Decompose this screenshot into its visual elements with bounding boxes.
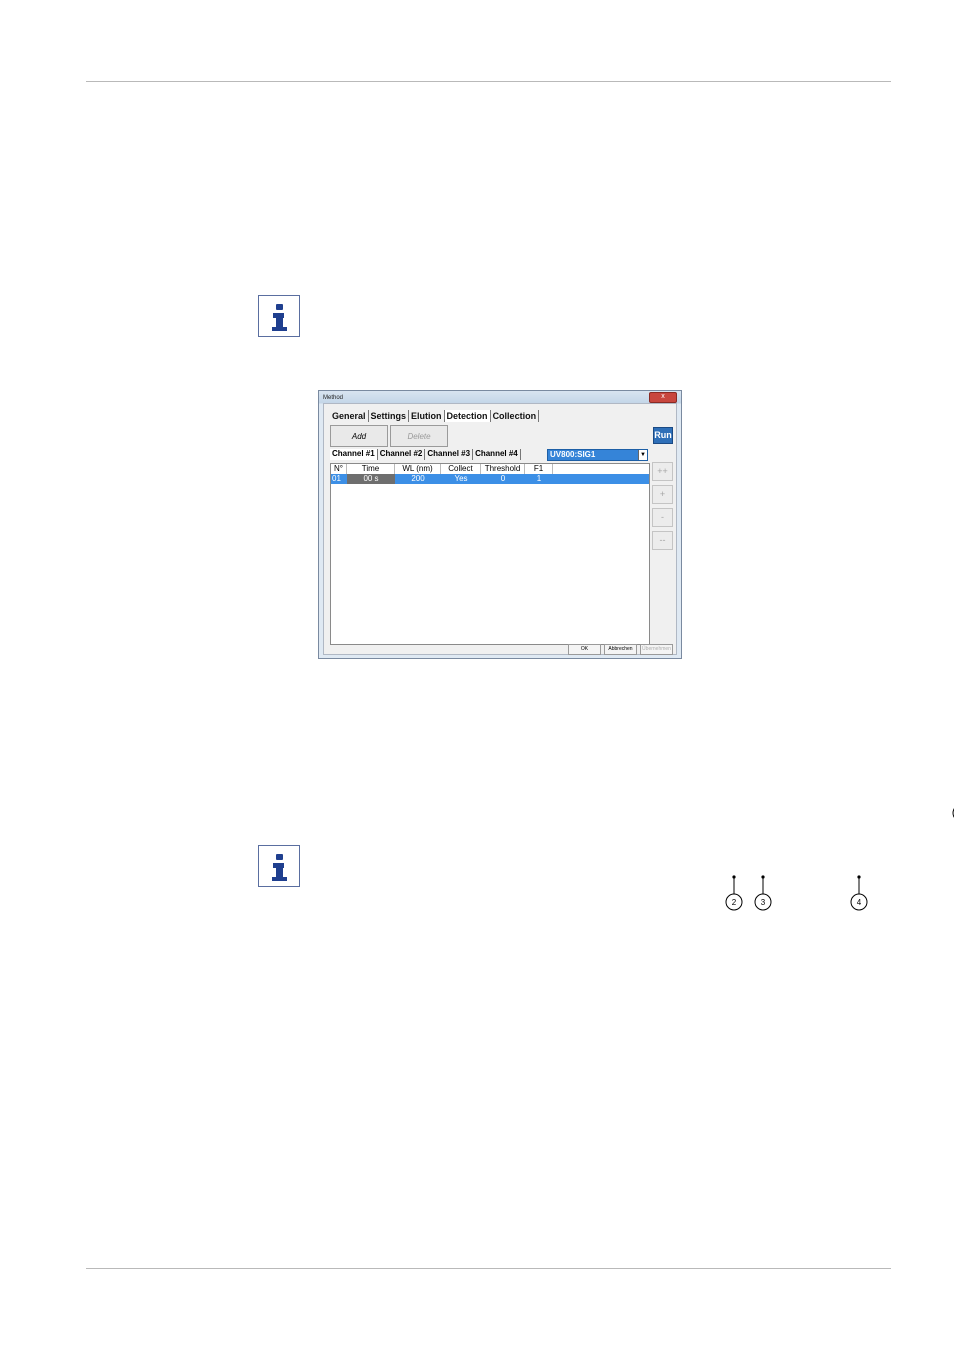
run-button[interactable]: Run xyxy=(653,427,673,444)
tab-settings[interactable]: Settings xyxy=(368,410,410,422)
tab-detection[interactable]: Detection xyxy=(444,410,491,422)
method-tabs: General Settings Elution Detection Colle… xyxy=(330,410,540,423)
callout-4-label: 4 xyxy=(857,898,862,907)
add-row-button[interactable]: + xyxy=(652,485,673,504)
footer-rule xyxy=(86,1268,891,1269)
tab-general[interactable]: General xyxy=(330,410,369,422)
chevron-down-icon[interactable]: ▼ xyxy=(638,450,647,460)
add-all-button[interactable]: ++ xyxy=(652,462,673,481)
tab-elution[interactable]: Elution xyxy=(409,410,445,422)
column-header-f1: F1 xyxy=(525,464,553,474)
method-dialog: Method x General Settings Elution Detect… xyxy=(318,390,954,911)
window-title: Method xyxy=(323,395,344,401)
tab-channel-2[interactable]: Channel #2 xyxy=(378,449,426,460)
tab-channel-3[interactable]: Channel #3 xyxy=(425,449,474,460)
remove-all-button[interactable]: -- xyxy=(652,531,673,550)
toolbar: Add Delete xyxy=(330,425,450,447)
dialog-client-area: General Settings Elution Detection Colle… xyxy=(323,403,677,655)
info-icon xyxy=(258,295,300,337)
channel-tabs: Channel #1 Channel #2 Channel #3 Channel… xyxy=(330,449,521,460)
callout-overlay: 1 2 3 4 xyxy=(725,808,954,911)
table-row[interactable]: 01 00 s 200 Yes 0 1 xyxy=(331,474,649,484)
callout-4: 4 xyxy=(850,875,868,911)
detector-select[interactable]: UV800:SIG1 ▼ xyxy=(547,449,648,461)
cell-time[interactable]: 00 s xyxy=(347,474,395,484)
tab-collection[interactable]: Collection xyxy=(490,410,540,422)
table-header: N° Time WL (nm) Collect Threshold F1 xyxy=(331,464,553,474)
delete-button[interactable]: Delete xyxy=(390,425,448,447)
close-button[interactable]: x xyxy=(649,392,677,403)
add-button[interactable]: Add xyxy=(330,425,388,447)
cell-n[interactable]: 01 xyxy=(331,474,347,484)
column-header-collect: Collect xyxy=(441,464,481,474)
cell-f1[interactable]: 1 xyxy=(525,474,553,484)
apply-button[interactable]: Übernehmen xyxy=(640,644,673,655)
cell-wl[interactable]: 200 xyxy=(395,474,441,484)
tab-channel-4[interactable]: Channel #4 xyxy=(473,449,521,460)
callout-3-label: 3 xyxy=(761,898,766,907)
callout-2: 2 xyxy=(725,875,743,911)
detector-select-value: UV800:SIG1 xyxy=(550,450,596,459)
callout-2-label: 2 xyxy=(732,898,737,907)
header-rule xyxy=(86,81,891,82)
column-header-n: N° xyxy=(331,464,347,474)
column-header-time: Time xyxy=(347,464,395,474)
info-icon xyxy=(258,845,300,887)
cell-threshold[interactable]: 0 xyxy=(481,474,525,484)
tab-channel-1[interactable]: Channel #1 xyxy=(330,449,378,460)
remove-row-button[interactable]: - xyxy=(652,508,673,527)
cancel-button[interactable]: Abbrechen xyxy=(604,644,637,655)
column-header-threshold: Threshold xyxy=(481,464,525,474)
callout-3: 3 xyxy=(754,875,772,911)
ok-button[interactable]: OK xyxy=(568,644,601,655)
cell-collect[interactable]: Yes xyxy=(441,474,481,484)
column-header-wl: WL (nm) xyxy=(395,464,441,474)
detection-table: N° Time WL (nm) Collect Threshold F1 01 … xyxy=(330,463,650,645)
